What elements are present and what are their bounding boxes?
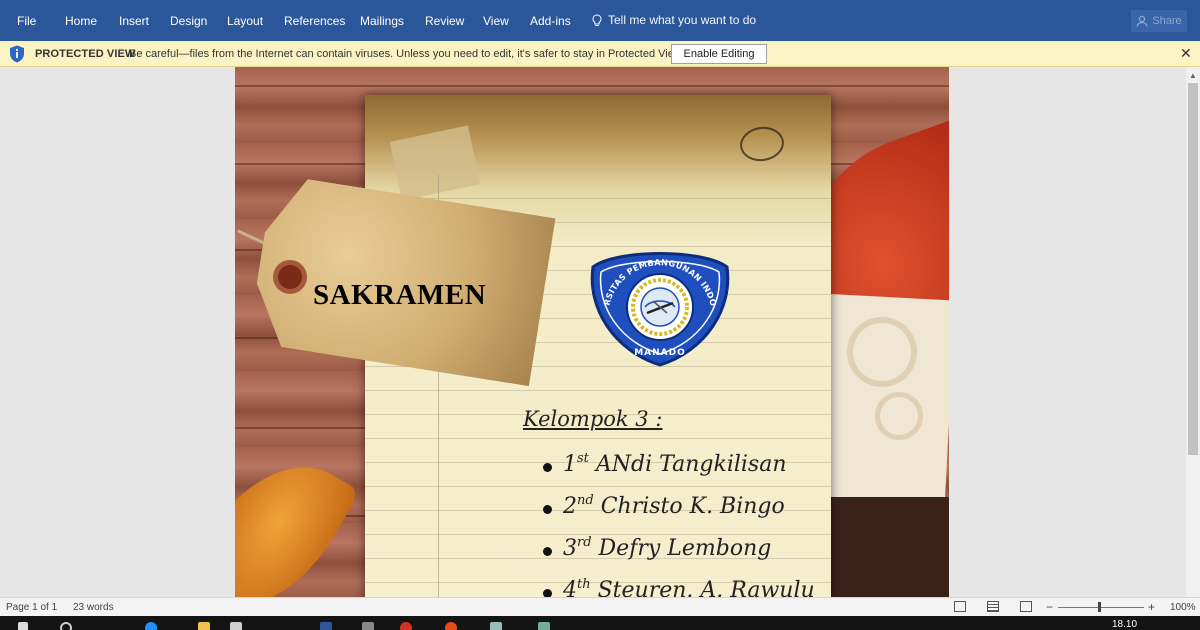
document-page[interactable]: SAKRAMEN UNIVERSITAS PEMBANGUNAN INDONES… — [235, 67, 949, 597]
search-icon[interactable] — [60, 622, 72, 630]
member-ordinal: 4 — [563, 578, 577, 597]
document-canvas: SAKRAMEN UNIVERSITAS PEMBANGUNAN INDONES… — [0, 67, 1186, 597]
tab-references[interactable]: References — [284, 14, 345, 28]
protected-view-bar: PROTECTED VIEW Be careful—files from the… — [0, 41, 1200, 67]
share-label: Share — [1152, 15, 1182, 27]
member-ordinal: 2 — [563, 494, 577, 519]
store-icon[interactable] — [230, 622, 242, 630]
print-layout-icon[interactable] — [987, 601, 999, 612]
page-count[interactable]: Page 1 of 1 — [6, 602, 57, 613]
ribbon-tab-bar: File Home Insert Design Layout Reference… — [0, 0, 1200, 41]
tab-insert[interactable]: Insert — [119, 14, 149, 28]
scribble-decoration — [737, 124, 787, 164]
swirl-decoration — [875, 392, 923, 440]
shield-icon — [10, 45, 24, 63]
app-icon[interactable] — [538, 622, 550, 630]
word-count[interactable]: 23 words — [73, 602, 114, 613]
tell-me-box[interactable]: Tell me what you want to do — [592, 13, 756, 27]
group-label: Kelompok 3 : — [523, 407, 663, 431]
tag-eyelet — [273, 260, 307, 294]
zoom-level[interactable]: 100% — [1170, 602, 1196, 613]
person-icon — [1136, 15, 1148, 27]
vertical-scrollbar[interactable]: ▲ — [1186, 67, 1200, 597]
swirl-decoration — [847, 317, 917, 387]
zoom-in-icon[interactable]: + — [1148, 600, 1155, 614]
scrollbar-thumb[interactable] — [1188, 83, 1198, 455]
tab-view[interactable]: View — [483, 14, 509, 28]
app-icon[interactable] — [400, 622, 412, 630]
list-item: 3rd Defry Lembong — [543, 535, 815, 577]
dark-card-decoration — [825, 497, 949, 597]
zoom-slider[interactable] — [1058, 607, 1144, 608]
tab-mailings[interactable]: Mailings — [360, 14, 404, 28]
tell-me-text: Tell me what you want to do — [608, 13, 757, 27]
member-name: ANdi Tangkilisan — [595, 452, 787, 477]
zoom-out-icon[interactable]: − — [1046, 600, 1053, 614]
lightbulb-icon — [592, 13, 602, 26]
tab-home[interactable]: Home — [65, 14, 97, 28]
app-icon[interactable] — [445, 622, 457, 630]
member-ordinal: 1 — [563, 452, 577, 477]
protected-view-message: Be careful—files from the Internet can c… — [129, 48, 685, 60]
enable-editing-button[interactable]: Enable Editing — [671, 44, 767, 64]
read-mode-icon[interactable] — [954, 601, 966, 612]
scroll-up-icon[interactable]: ▲ — [1189, 71, 1197, 80]
list-item: 1st ANdi Tangkilisan — [543, 451, 815, 493]
tab-design[interactable]: Design — [170, 14, 207, 28]
app-icon[interactable] — [490, 622, 502, 630]
protected-view-title: PROTECTED VIEW — [35, 48, 136, 60]
word-icon[interactable] — [320, 622, 332, 630]
member-ordinal-suffix: rd — [577, 535, 592, 550]
logo-bottom-text: MANADO — [634, 348, 686, 358]
member-list: 1st ANdi Tangkilisan 2nd Christo K. Bing… — [543, 451, 815, 597]
web-layout-icon[interactable] — [1020, 601, 1032, 612]
tag-title: SAKRAMEN — [313, 279, 487, 311]
status-bar: Page 1 of 1 23 words − + 100% — [0, 597, 1200, 616]
zoom-slider-knob[interactable] — [1098, 602, 1101, 612]
member-ordinal: 3 — [563, 536, 577, 561]
member-name: Steuren. A. Rawulu — [597, 578, 815, 597]
wood-plank-seam — [235, 85, 949, 87]
share-button[interactable]: Share — [1131, 10, 1187, 32]
list-item: 2nd Christo K. Bingo — [543, 493, 815, 535]
member-ordinal-suffix: nd — [577, 493, 594, 508]
member-name: Defry Lembong — [598, 536, 772, 561]
member-ordinal-suffix: th — [577, 577, 591, 592]
tab-add-ins[interactable]: Add-ins — [530, 14, 571, 28]
list-item: 4th Steuren. A. Rawulu — [543, 577, 815, 597]
tab-file[interactable]: File — [17, 14, 36, 28]
taskbar: 18.10 — [0, 616, 1200, 630]
member-ordinal-suffix: st — [577, 451, 589, 466]
clock[interactable]: 18.10 — [1112, 619, 1137, 630]
orange-leaf-decoration — [235, 435, 361, 597]
folder-icon[interactable] — [198, 622, 210, 630]
app-icon[interactable] — [362, 622, 374, 630]
start-icon[interactable] — [18, 622, 28, 630]
member-name: Christo K. Bingo — [600, 494, 785, 519]
close-icon[interactable]: ✕ — [1180, 45, 1192, 62]
edge-icon[interactable] — [145, 622, 157, 630]
university-logo: UNIVERSITAS PEMBANGUNAN INDONESIA MANADO — [587, 239, 730, 367]
tab-review[interactable]: Review — [425, 14, 464, 28]
tab-layout[interactable]: Layout — [227, 14, 263, 28]
